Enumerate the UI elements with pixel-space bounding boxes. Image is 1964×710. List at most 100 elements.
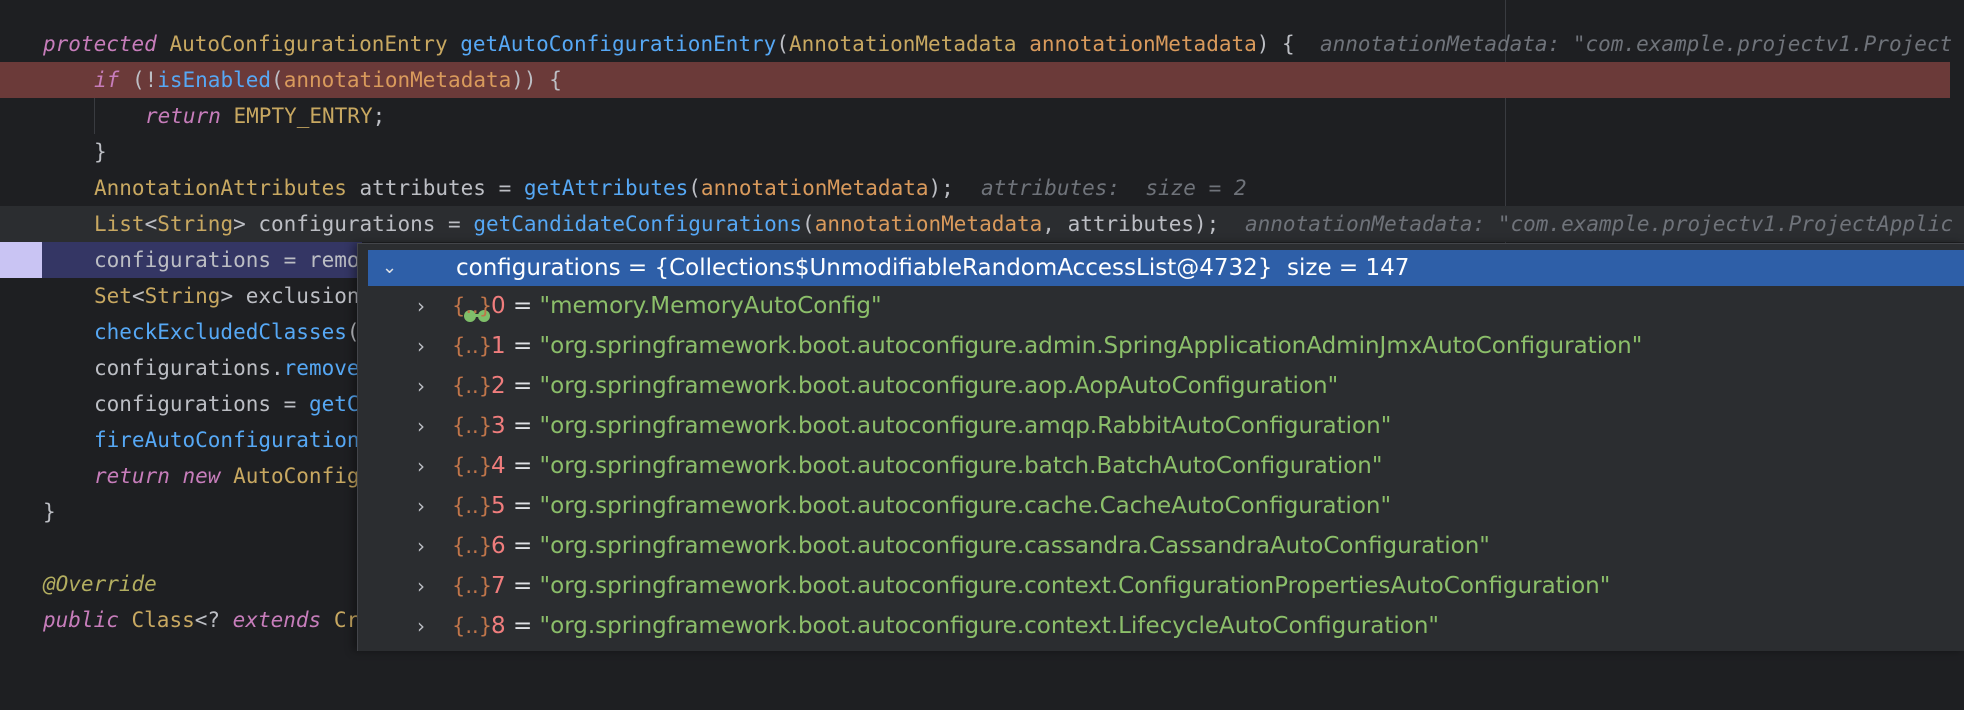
code-token: AutoConfig (233, 464, 360, 488)
code-token: AutoConfigurationEntry (169, 32, 461, 56)
code-token: getAttributes (523, 176, 689, 200)
chevron-right-icon[interactable]: › (417, 326, 425, 366)
code-token: Set (94, 284, 132, 308)
code-line-2-breakpoint[interactable]: if (!isEnabled(annotationMetadata)) { (0, 62, 1964, 98)
item-value: "org.springframework.boot.autoconfigure.… (539, 373, 1339, 399)
code-token: getC (308, 392, 360, 416)
code-token: EMPTY_ENTRY (233, 104, 373, 128)
execution-point-marker (0, 242, 42, 278)
object-braces-icon: {..} (452, 414, 493, 438)
chevron-right-icon[interactable]: › (417, 446, 425, 486)
code-token: > configurations = (233, 212, 474, 236)
variable-list-item[interactable]: › {..} 0 = "memory.MemoryAutoConfig" (368, 286, 1964, 326)
code-token: ( (776, 32, 789, 56)
code-token: extends (220, 608, 334, 632)
variable-list-item[interactable]: › {..} 5 = "org.springframework.boot.autoc… (368, 486, 1964, 526)
object-braces-icon: {..} (452, 614, 493, 638)
variable-list-item[interactable]: › {..} 2 = "org.springframework.boot.autoc… (368, 366, 1964, 406)
line-code: return EMPTY_ENTRY; (145, 98, 385, 134)
code-line-3[interactable]: return EMPTY_ENTRY; (0, 98, 1964, 134)
code-token: annotationMetadata (1029, 32, 1257, 56)
item-index: 4 (491, 453, 506, 479)
code-token: (! (131, 68, 158, 92)
code-token: < (131, 284, 145, 308)
code-line-5[interactable]: AnnotationAttributes attributes = getAtt… (0, 170, 1964, 206)
chevron-right-icon[interactable]: › (417, 366, 425, 406)
code-token: AnnotationAttributes (94, 176, 360, 200)
variable-list-item[interactable]: › {..} 1 = "org.springframework.boot.autoc… (368, 326, 1964, 366)
chevron-right-icon[interactable]: › (417, 486, 425, 526)
line-code: public Class<? extends Cr (43, 602, 359, 638)
item-value: "org.springframework.boot.autoconfigure.… (539, 613, 1439, 639)
indent-guide (94, 98, 95, 134)
code-token: ); (928, 176, 980, 200)
code-token: annotationMetadata (700, 176, 929, 200)
code-token: checkExcludedClasses (94, 320, 347, 344)
chevron-right-icon[interactable]: › (417, 526, 425, 566)
line-code: @Override (43, 566, 157, 602)
chevron-right-icon[interactable]: › (417, 566, 425, 606)
object-braces-icon: {..} (452, 574, 493, 598)
code-token: attributes = (359, 176, 524, 200)
code-token: List (94, 212, 145, 236)
variable-list-item[interactable]: › {..} 6 = "org.springframework.boot.autoc… (368, 526, 1964, 566)
variable-list-item[interactable]: › {..} 3 = "org.springframework.boot.autoc… (368, 406, 1964, 446)
chevron-down-icon[interactable]: ⌄ (382, 250, 397, 286)
object-braces-icon: {..} (452, 494, 493, 518)
chevron-right-icon[interactable]: › (417, 406, 425, 446)
item-index: 0 (491, 293, 506, 319)
code-line-6[interactable]: List<String> configurations = getCandida… (0, 206, 1964, 242)
item-value: "org.springframework.boot.autoconfigure.… (539, 333, 1643, 359)
equals-sign: = (505, 453, 540, 479)
code-token: configurations. (94, 356, 284, 380)
code-token: <? (194, 608, 221, 632)
line-code: AnnotationAttributes attributes = getAtt… (94, 170, 979, 206)
chevron-right-icon[interactable]: › (417, 606, 425, 646)
popup-header-row[interactable]: ⌄ configurations = {Collections$Unmodifi… (368, 250, 1964, 322)
code-token: } (43, 500, 56, 524)
item-value: "org.springframework.boot.autoconfigure.… (539, 453, 1383, 479)
equals-sign: = (505, 613, 540, 639)
popup-header-label: configurations = {Collections$Unmodifiab… (456, 255, 1410, 281)
variable-entry-text: 7 = "org.springframework.boot.autoconfig… (491, 566, 1610, 606)
variable-entry-text: 6 = "org.springframework.boot.autoconfig… (491, 526, 1490, 566)
code-token: Cr (333, 608, 360, 632)
code-token: ) { (1256, 32, 1320, 56)
code-line-1[interactable]: protected AutoConfigurationEntry getAuto… (0, 26, 1964, 62)
variable-entry-text: 3 = "org.springframework.boot.autoconfig… (491, 406, 1391, 446)
item-value: "org.springframework.boot.autoconfigure.… (539, 573, 1611, 599)
item-value: "org.springframework.boot.autoconfigure.… (539, 493, 1392, 519)
code-token: ( (688, 176, 701, 200)
code-line-4[interactable]: } (0, 134, 1964, 170)
variable-entry-text: 4 = "org.springframework.boot.autoconfig… (491, 446, 1382, 486)
equals-sign: = (505, 533, 540, 559)
line-code: configurations = getC (94, 386, 360, 422)
equals-sign: = (505, 373, 540, 399)
code-token: remove (283, 356, 360, 380)
variable-entry-text: 5 = "org.springframework.boot.autoconfig… (491, 486, 1391, 526)
code-token: fireAutoConfiguration (94, 428, 360, 452)
debugger-value-popup[interactable]: ⌄ configurations = {Collections$Unmodifi… (357, 243, 1964, 651)
equals-sign: = (505, 333, 540, 359)
chevron-right-icon[interactable]: › (417, 286, 425, 326)
line-code: configurations = remo (94, 242, 360, 278)
line-code: checkExcludedClasses( (94, 314, 360, 350)
variable-entry-text: 1 = "org.springframework.boot.autoconfig… (491, 326, 1642, 366)
code-token: annotationMetadata (814, 212, 1043, 236)
code-token: > exclusion (220, 284, 360, 308)
line-code: Set<String> exclusion (94, 278, 360, 314)
item-index: 7 (491, 573, 506, 599)
item-value: "memory.MemoryAutoConfig" (539, 293, 882, 319)
equals-sign: = (505, 573, 540, 599)
line-code: fireAutoConfiguration (94, 422, 360, 458)
code-token: annotationMetadata (283, 68, 512, 92)
variable-list-item[interactable]: › {..} 8 = "org.springframework.boot.autoc… (368, 606, 1964, 646)
equals-sign: = (505, 293, 540, 319)
item-index: 6 (491, 533, 506, 559)
variable-entry-text: 0 = "memory.MemoryAutoConfig" (491, 286, 882, 326)
object-braces-icon: {..} (452, 534, 493, 558)
code-token: < (144, 212, 158, 236)
variable-entry-text: 8 = "org.springframework.boot.autoconfig… (491, 606, 1439, 646)
variable-list-item[interactable]: › {..} 7 = "org.springframework.boot.autoc… (368, 566, 1964, 606)
variable-list-item[interactable]: › {..} 4 = "org.springframework.boot.autoc… (368, 446, 1964, 486)
